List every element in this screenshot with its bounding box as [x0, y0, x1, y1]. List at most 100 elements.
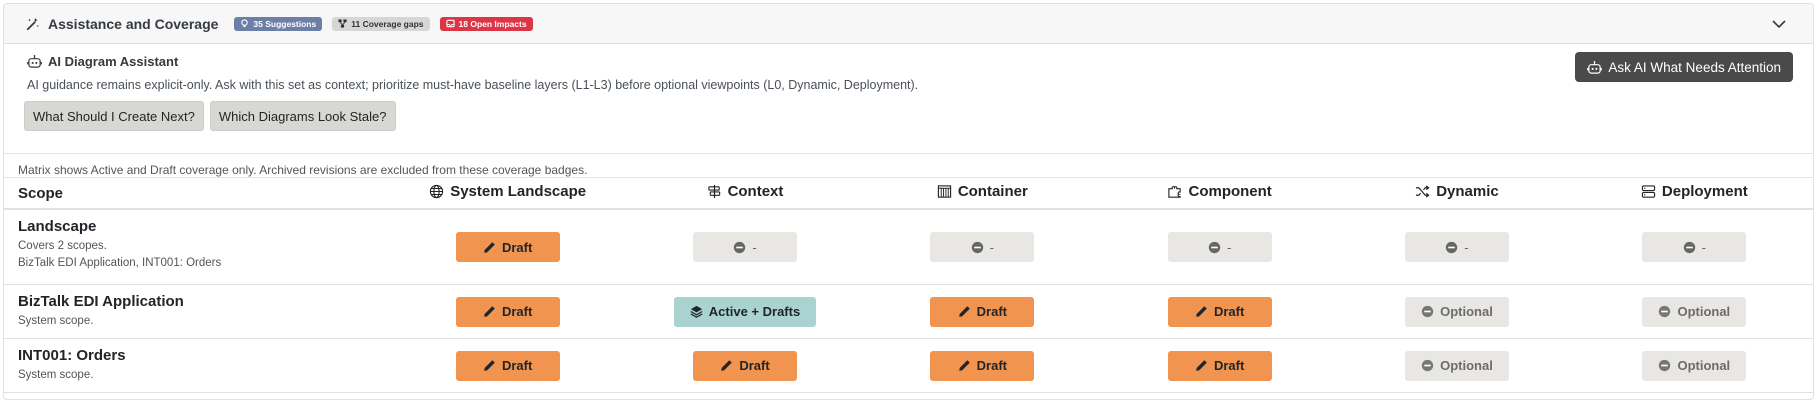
- draft-chip[interactable]: Draft: [1167, 296, 1272, 327]
- draft-chip[interactable]: Draft: [692, 350, 797, 381]
- chip-label: Active + Drafts: [708, 304, 801, 319]
- scope-column-header: Scope: [4, 178, 389, 210]
- coverage-cell: Draft: [389, 338, 627, 393]
- scope-meta: Covers 2 scopes.: [18, 240, 107, 252]
- draft-chip[interactable]: Draft: [455, 296, 560, 327]
- scope-meta: System scope.: [18, 369, 94, 381]
- optional-chip[interactable]: Optional: [1642, 350, 1747, 381]
- optional-chip[interactable]: Optional: [1404, 296, 1509, 327]
- coverage-cell: Draft: [1100, 284, 1339, 339]
- panel-title: Assistance and Coverage 35 Suggestions 1…: [26, 16, 533, 32]
- landscape-column-header: System Landscape: [389, 178, 627, 210]
- component-column-header: Component: [1100, 178, 1339, 210]
- pencil-icon: [958, 306, 970, 317]
- inbox-icon: [445, 19, 455, 28]
- chip-label: Optional: [1440, 304, 1493, 319]
- context-column-header: Context: [626, 178, 864, 210]
- chip-label: Draft: [1213, 358, 1245, 373]
- coverage-cell: -: [863, 209, 1101, 285]
- coverage-cell: Optional: [1575, 338, 1813, 393]
- container-column-header: Container: [863, 178, 1101, 210]
- panel-title-text: Assistance and Coverage: [48, 15, 219, 32]
- dynamic-column-header: Dynamic: [1338, 178, 1576, 210]
- chip-label: Draft: [501, 239, 533, 255]
- what-to-create-next-button[interactable]: What Should I Create Next?: [24, 101, 204, 131]
- no-coverage-chip[interactable]: -: [1404, 232, 1509, 262]
- chip-label: Draft: [501, 304, 533, 319]
- ai-quick-actions: What Should I Create Next? Which Diagram…: [24, 101, 1813, 131]
- ai-assistant-description: AI guidance remains explicit-only. Ask w…: [27, 78, 919, 92]
- coverage-cell: -: [626, 209, 864, 285]
- scope-meta-detail: BizTalk EDI Application, INT001: Orders: [18, 257, 222, 269]
- coverage-gaps-badge: 11 Coverage gaps: [332, 16, 430, 31]
- shuffle-icon: [1416, 185, 1430, 198]
- table-row: INT001: Orders System scope. Draft Draft…: [4, 338, 1813, 393]
- ask-ai-attention-label: Ask AI What Needs Attention: [1608, 59, 1781, 75]
- dash-circle-icon: [1683, 241, 1695, 253]
- deployment-column-label: Deployment: [1661, 183, 1748, 200]
- coverage-cell: Draft: [389, 209, 627, 285]
- signpost-icon: [707, 184, 720, 199]
- scope-cell: BizTalk EDI Application System scope.: [4, 284, 389, 339]
- draft-chip[interactable]: Draft: [930, 296, 1035, 327]
- ai-assistant-title: AI Diagram Assistant: [27, 54, 1813, 69]
- active-drafts-chip[interactable]: Active + Drafts: [673, 296, 816, 327]
- dash-circle-icon: [1208, 241, 1221, 253]
- coverage-cell: Draft: [626, 338, 864, 393]
- chip-label: Draft: [1213, 304, 1245, 319]
- dash-circle-icon: [1659, 305, 1671, 318]
- robot-icon: [27, 55, 42, 68]
- ask-ai-attention-button[interactable]: Ask AI What Needs Attention: [1575, 52, 1793, 82]
- scope-name: Landscape: [18, 218, 97, 235]
- draft-chip[interactable]: Draft: [930, 350, 1035, 381]
- pencil-icon: [1196, 360, 1207, 371]
- draft-chip[interactable]: Draft: [1167, 350, 1272, 381]
- draft-chip[interactable]: Draft: [455, 350, 560, 381]
- chip-label: -: [1701, 239, 1706, 255]
- dash-circle-icon: [971, 241, 983, 253]
- landscape-column-label: System Landscape: [450, 183, 587, 200]
- lightbulb-icon: [241, 19, 249, 28]
- optional-chip[interactable]: Optional: [1404, 350, 1509, 381]
- no-coverage-chip[interactable]: -: [1167, 232, 1272, 262]
- optional-chip[interactable]: Optional: [1642, 296, 1747, 327]
- assistance-coverage-panel: Assistance and Coverage 35 Suggestions 1…: [3, 3, 1814, 400]
- globe-icon: [430, 184, 444, 199]
- coverage-cell: Draft: [389, 284, 627, 339]
- table-row: Landscape Covers 2 scopes. BizTalk EDI A…: [4, 209, 1813, 285]
- context-column-label: Context: [727, 183, 784, 200]
- coverage-note: Matrix shows Active and Draft coverage o…: [4, 154, 1813, 178]
- chip-label: -: [752, 239, 757, 255]
- no-coverage-chip[interactable]: -: [692, 232, 797, 262]
- table-row: BizTalk EDI Application System scope. Dr…: [4, 284, 1813, 339]
- scope-name: BizTalk EDI Application: [18, 293, 184, 310]
- panel-header[interactable]: Assistance and Coverage 35 Suggestions 1…: [4, 4, 1813, 44]
- pencil-icon: [484, 241, 495, 253]
- open-impacts-badge: 18 Open Impacts: [439, 16, 533, 31]
- scope-name: INT001: Orders: [18, 347, 126, 364]
- coverage-matrix: Scope System Landscape Context Container…: [4, 178, 1813, 393]
- coverage-cell: Active + Drafts: [626, 284, 864, 339]
- coverage-cell: -: [1575, 209, 1813, 285]
- chip-label: -: [989, 239, 994, 255]
- no-coverage-chip[interactable]: -: [930, 232, 1035, 262]
- ai-assistant-title-text: AI Diagram Assistant: [48, 54, 179, 69]
- coverage-cell: Draft: [863, 284, 1101, 339]
- ai-assistant-section: AI Diagram Assistant AI guidance remains…: [4, 44, 1813, 154]
- open-impacts-badge-text: 18 Open Impacts: [458, 18, 527, 29]
- chip-label: Draft: [976, 358, 1007, 373]
- scope-cell: INT001: Orders System scope.: [4, 338, 389, 393]
- dynamic-column-label: Dynamic: [1436, 183, 1499, 200]
- pencil-icon: [721, 360, 733, 371]
- coverage-gaps-badge-text: 11 Coverage gaps: [351, 18, 424, 29]
- scope-meta: System scope.: [18, 315, 94, 327]
- draft-chip[interactable]: Draft: [455, 232, 560, 262]
- matrix-header-row: Scope System Landscape Context Container…: [4, 178, 1813, 210]
- chevron-down-icon[interactable]: [1771, 16, 1787, 32]
- no-coverage-chip[interactable]: -: [1642, 232, 1747, 262]
- coverage-cell: Optional: [1575, 284, 1813, 339]
- stale-diagrams-button[interactable]: Which Diagrams Look Stale?: [209, 101, 396, 131]
- container-column-label: Container: [957, 183, 1028, 200]
- suggestions-badge-text: 35 Suggestions: [253, 18, 317, 29]
- server-icon: [1641, 185, 1656, 198]
